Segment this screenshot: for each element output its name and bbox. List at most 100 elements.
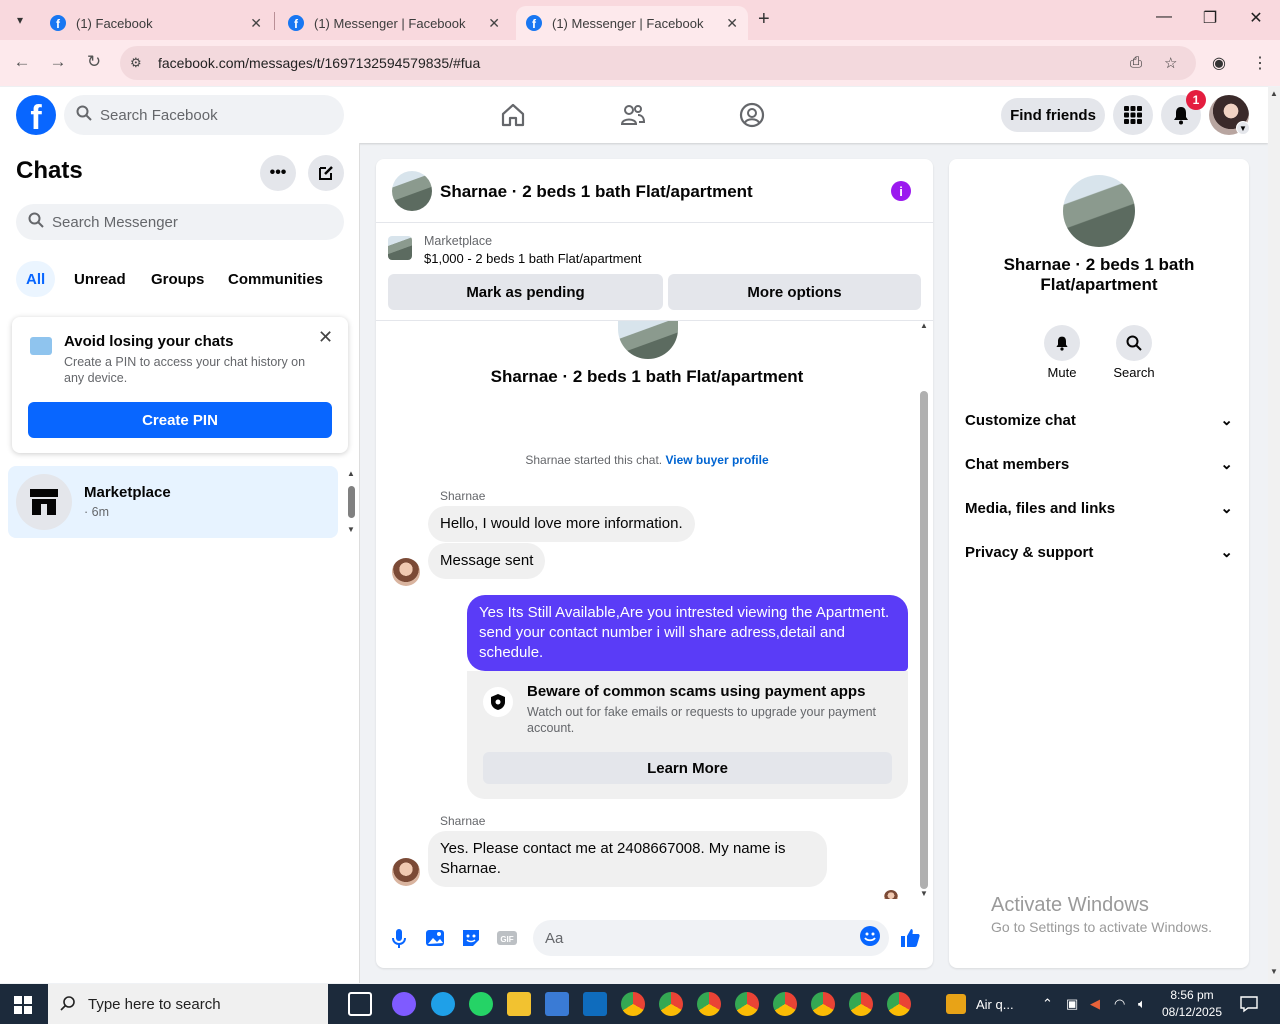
url-text[interactable]: facebook.com/messages/t/1697132594579835… bbox=[158, 55, 480, 71]
chrome-icon[interactable] bbox=[773, 992, 797, 1016]
address-bar[interactable]: ⚙ facebook.com/messages/t/16971325945798… bbox=[120, 46, 1196, 80]
chat-list-scrollbar[interactable]: ▲ ▼ bbox=[344, 469, 358, 535]
conversation-title[interactable]: Sharnae · 2 beds 1 bath Flat/apartment bbox=[440, 182, 753, 202]
chrome-icon[interactable] bbox=[887, 992, 911, 1016]
reload-icon[interactable]: ↻ bbox=[82, 52, 106, 72]
chat-members-section[interactable]: Chat members ⌄ bbox=[965, 455, 1233, 474]
message-input[interactable]: Aa bbox=[533, 920, 889, 956]
message-bubble[interactable]: Yes. Please contact me at 2408667008. My… bbox=[428, 831, 827, 887]
task-view-icon[interactable] bbox=[348, 992, 372, 1016]
edge-icon[interactable] bbox=[431, 992, 455, 1016]
info-icon[interactable]: i bbox=[891, 181, 911, 201]
file-explorer-icon[interactable] bbox=[507, 992, 531, 1016]
chrome-icon[interactable] bbox=[849, 992, 873, 1016]
browser-menu-icon[interactable]: ⋮ bbox=[1252, 53, 1268, 73]
listing-thumbnail[interactable] bbox=[388, 236, 412, 260]
filter-unread[interactable]: Unread bbox=[64, 261, 136, 297]
volume-muted-icon[interactable]: ◀ bbox=[1090, 984, 1100, 1024]
tab-search-chevron-icon[interactable]: ▾ bbox=[8, 8, 32, 32]
close-icon[interactable]: ✕ bbox=[318, 327, 333, 348]
minimize-icon[interactable]: — bbox=[1154, 8, 1174, 26]
scrollbar-thumb[interactable] bbox=[920, 391, 928, 889]
chat-list-item[interactable]: Marketplace · 6m bbox=[8, 466, 338, 538]
page-scrollbar[interactable]: ▲ ▼ bbox=[1268, 87, 1280, 983]
gif-icon[interactable]: GIF bbox=[496, 927, 518, 949]
listing-photo[interactable] bbox=[1063, 175, 1135, 247]
restore-icon[interactable]: ❐ bbox=[1200, 8, 1220, 28]
search-icon[interactable] bbox=[1116, 325, 1152, 361]
browser-tab-2[interactable]: f (1) Messenger | Facebook ✕ bbox=[278, 6, 510, 40]
speaker-icon[interactable]: 🔈︎ bbox=[1138, 984, 1146, 1024]
filter-communities[interactable]: Communities bbox=[218, 261, 333, 297]
network-icon[interactable]: ◠ bbox=[1114, 984, 1125, 1024]
thumbs-up-icon[interactable] bbox=[899, 927, 921, 949]
site-info-icon[interactable]: ⚙ bbox=[130, 55, 148, 71]
taskbar-clock[interactable]: 8:56 pm 08/12/2025 bbox=[1160, 987, 1224, 1021]
view-buyer-profile-link[interactable]: View buyer profile bbox=[665, 453, 768, 467]
mark-as-pending-button[interactable]: Mark as pending bbox=[388, 274, 663, 310]
forward-icon[interactable]: → bbox=[46, 52, 70, 72]
microphone-icon[interactable] bbox=[388, 927, 410, 949]
menu-grid-icon[interactable] bbox=[1113, 95, 1153, 135]
close-tab-icon[interactable]: ✕ bbox=[488, 15, 500, 32]
chrome-icon[interactable] bbox=[659, 992, 683, 1016]
close-window-icon[interactable]: ✕ bbox=[1246, 8, 1266, 28]
browser-tab-3[interactable]: f (1) Messenger | Facebook ✕ bbox=[516, 6, 748, 40]
close-tab-icon[interactable]: ✕ bbox=[726, 15, 738, 32]
weather-widget[interactable]: Air q... bbox=[946, 984, 1014, 1024]
customize-chat-section[interactable]: Customize chat ⌄ bbox=[965, 411, 1233, 430]
bookmark-star-icon[interactable]: ☆ bbox=[1164, 54, 1177, 72]
new-message-icon[interactable] bbox=[308, 155, 344, 191]
close-tab-icon[interactable]: ✕ bbox=[250, 15, 262, 32]
home-icon[interactable] bbox=[499, 101, 527, 129]
friends-icon[interactable] bbox=[619, 101, 647, 129]
outlook-icon[interactable] bbox=[583, 992, 607, 1016]
chrome-icon[interactable] bbox=[811, 992, 835, 1016]
groups-icon[interactable] bbox=[738, 101, 766, 129]
sender-avatar[interactable] bbox=[392, 858, 420, 886]
message-bubble[interactable]: Message sent bbox=[428, 543, 546, 579]
message-thread: Sharnae · 2 beds 1 bath Flat/apartment S… bbox=[376, 321, 933, 899]
facebook-search-input[interactable]: Search Facebook bbox=[64, 95, 344, 135]
meet-now-icon[interactable]: ▣ bbox=[1066, 984, 1078, 1024]
windows-start-icon[interactable] bbox=[14, 996, 32, 1014]
more-options-icon[interactable]: ••• bbox=[260, 155, 296, 191]
browser-tab-1[interactable]: f (1) Facebook ✕ bbox=[40, 6, 272, 40]
profile-icon[interactable]: ◉ bbox=[1212, 53, 1226, 73]
privacy-support-section[interactable]: Privacy & support ⌄ bbox=[965, 543, 1233, 562]
create-pin-button[interactable]: Create PIN bbox=[28, 402, 332, 438]
learn-more-button[interactable]: Learn More bbox=[483, 752, 892, 784]
sticker-icon[interactable] bbox=[460, 927, 482, 949]
my-message-bubble[interactable]: Yes Its Still Available,Are you intreste… bbox=[467, 595, 908, 671]
media-files-links-section[interactable]: Media, files and links ⌄ bbox=[965, 499, 1233, 518]
message-bubble[interactable]: Hello, I would love more information. bbox=[428, 506, 695, 542]
taskbar-search-input[interactable]: Type here to search bbox=[48, 984, 328, 1024]
whatsapp-icon[interactable] bbox=[469, 992, 493, 1016]
filter-groups[interactable]: Groups bbox=[141, 261, 214, 297]
chevron-down-icon[interactable]: ▼ bbox=[1236, 121, 1250, 135]
facebook-logo-icon[interactable]: f bbox=[16, 95, 56, 135]
mute-bell-icon[interactable] bbox=[1044, 325, 1080, 361]
chevron-down-icon: ⌄ bbox=[1220, 456, 1233, 473]
copilot-icon[interactable] bbox=[392, 992, 416, 1016]
show-hidden-icons-icon[interactable]: ⌃ bbox=[1042, 984, 1053, 1024]
store-icon[interactable] bbox=[545, 992, 569, 1016]
messenger-search-input[interactable]: Search Messenger bbox=[16, 204, 344, 240]
sender-avatar[interactable] bbox=[392, 558, 420, 586]
filter-all[interactable]: All bbox=[16, 261, 56, 297]
thread-scrollbar[interactable]: ▲ ▼ bbox=[918, 321, 930, 899]
install-app-icon[interactable]: ⎙ bbox=[1130, 54, 1142, 71]
new-tab-icon[interactable]: + bbox=[758, 8, 770, 31]
emoji-icon[interactable] bbox=[860, 926, 880, 946]
chrome-icon[interactable] bbox=[621, 992, 645, 1016]
notification-center-icon[interactable] bbox=[1240, 984, 1258, 1024]
more-options-button[interactable]: More options bbox=[668, 274, 921, 310]
find-friends-button[interactable]: Find friends bbox=[1001, 98, 1105, 132]
details-title: Sharnae · 2 beds 1 bath Flat/apartment bbox=[1003, 255, 1195, 294]
listing-thumbnail[interactable] bbox=[392, 171, 432, 211]
chrome-icon[interactable] bbox=[697, 992, 721, 1016]
chrome-icon[interactable] bbox=[735, 992, 759, 1016]
back-icon[interactable]: ← bbox=[10, 52, 34, 72]
photo-icon[interactable] bbox=[424, 927, 446, 949]
listing-price[interactable]: $1,000 - 2 beds 1 bath Flat/apartment bbox=[424, 251, 642, 266]
